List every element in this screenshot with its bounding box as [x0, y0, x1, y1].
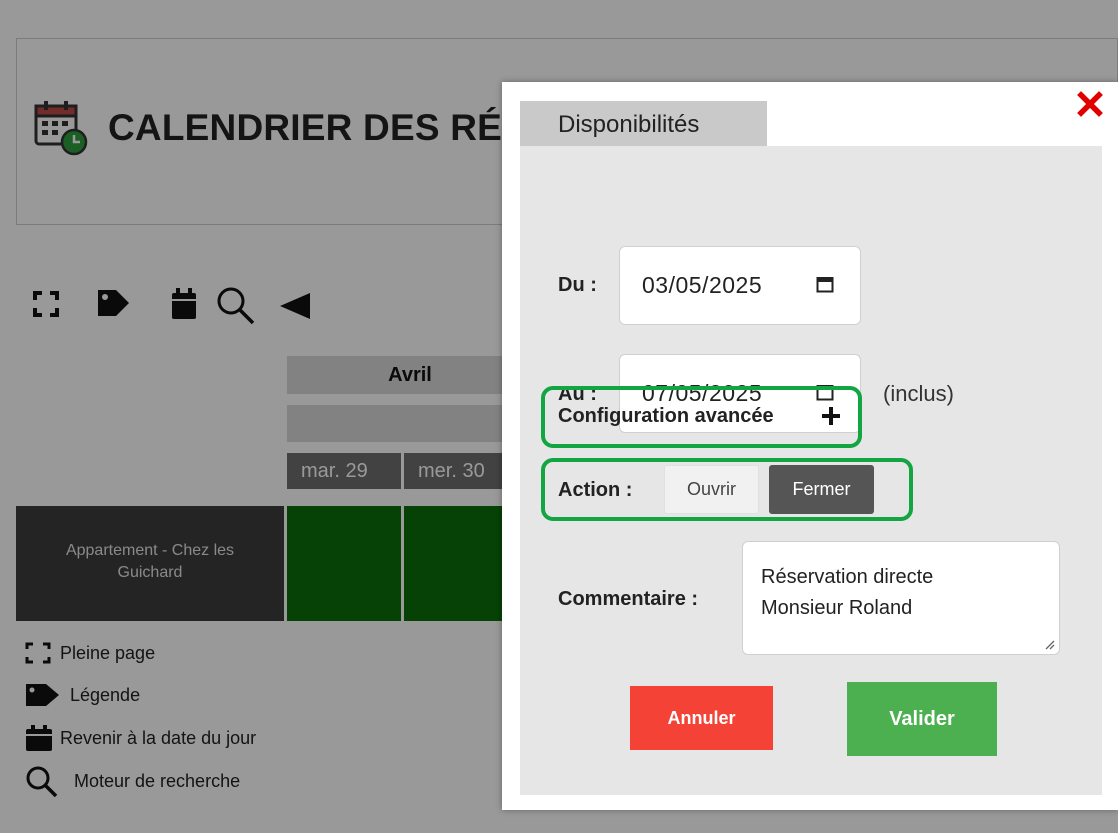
- comment-line: Monsieur Roland: [761, 597, 913, 619]
- comment-line: Réservation directe: [761, 566, 934, 588]
- dialog-body: Du : 03/05/2025 Au : 07/05/2025 (inclus)…: [520, 146, 1102, 795]
- tab-disponibilites[interactable]: Disponibilités: [520, 101, 767, 146]
- availability-dialog: Disponibilités Du : 03/05/2025 Au : 07/0…: [502, 82, 1118, 810]
- inclusive-note: (inclus): [883, 381, 954, 406]
- comment-label: Commentaire :: [558, 588, 699, 610]
- from-date-input[interactable]: 03/05/2025: [619, 246, 861, 325]
- close-icon[interactable]: [1076, 90, 1104, 118]
- page: CALENDRIER DES RÉS Avril mar. 29 mer. 30…: [0, 0, 1118, 833]
- cancel-button[interactable]: Annuler: [630, 686, 773, 750]
- action-label: Action :: [558, 479, 633, 501]
- advanced-config-toggle[interactable]: Configuration avancée: [541, 386, 862, 448]
- comment-textarea[interactable]: Réservation directe Monsieur Roland: [742, 541, 1060, 655]
- advanced-config-label: Configuration avancée: [558, 405, 774, 427]
- validate-button[interactable]: Valider: [847, 682, 997, 756]
- from-date-value: 03/05/2025: [642, 272, 763, 298]
- close-button[interactable]: Fermer: [769, 465, 874, 514]
- action-group: Action : Ouvrir Fermer: [541, 458, 913, 521]
- calendar-picker-icon[interactable]: [816, 275, 834, 293]
- from-label: Du :: [558, 274, 597, 296]
- open-button[interactable]: Ouvrir: [664, 465, 759, 514]
- resize-handle-icon[interactable]: [1043, 638, 1055, 650]
- plus-icon: [822, 407, 840, 425]
